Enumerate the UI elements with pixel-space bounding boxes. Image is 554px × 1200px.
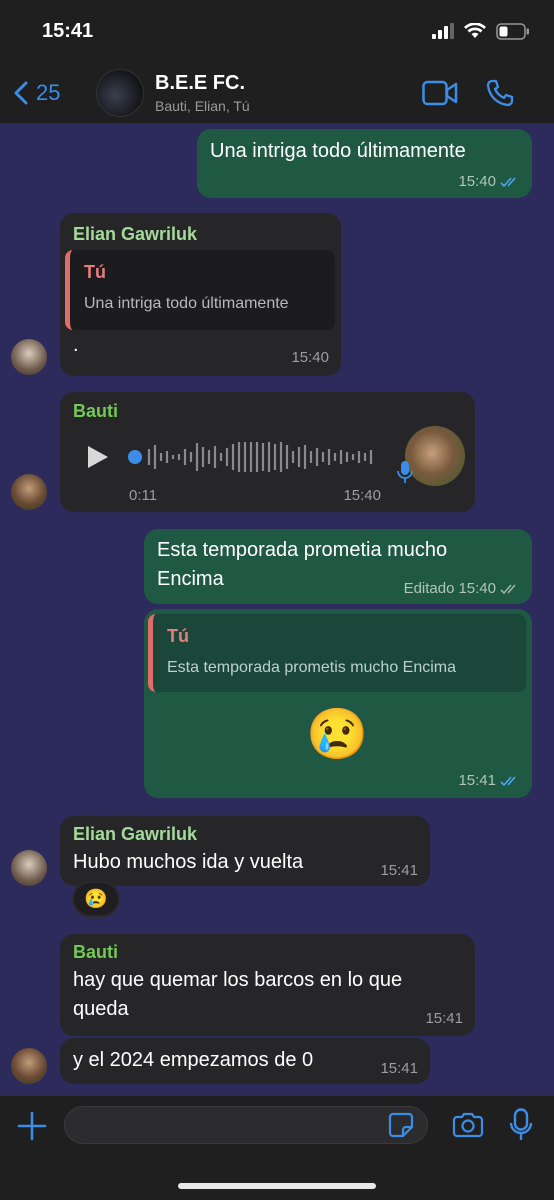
microphone-icon [397, 461, 413, 483]
wifi-icon [464, 23, 486, 38]
delivered-checks-icon [500, 583, 516, 594]
status-bar: 15:41 [0, 0, 554, 62]
chevron-left-icon [14, 81, 28, 104]
reaction-badge[interactable]: 😢 [72, 881, 120, 917]
home-indicator[interactable] [178, 1183, 376, 1189]
plus-icon[interactable] [17, 1111, 47, 1141]
message-meta: Editado 15:40 [404, 580, 520, 597]
reply-quote[interactable]: Tú Esta temporada prometis mucho Encima [148, 614, 526, 692]
crying-emoji: 😢 [306, 706, 369, 762]
message-text: . [73, 334, 79, 356]
message-time: 15:41 [458, 772, 496, 789]
group-title: B.E.E FC. [155, 71, 246, 94]
message-text-line1: hay que quemar los barcos en lo que [73, 969, 403, 991]
quote-text: Esta temporada prometis mucho Encima [167, 659, 457, 676]
avatar[interactable] [11, 474, 47, 510]
quote-author: Tú [84, 262, 106, 282]
message-outgoing[interactable]: Tú Esta temporada prometis mucho Encima … [144, 609, 532, 798]
message-text: Hubo muchos ida y vuelta [73, 851, 304, 873]
message-text-line1: Esta temporada prometia mucho [157, 539, 448, 561]
sticker-icon[interactable] [388, 1112, 414, 1138]
message-meta: 15:41 [425, 1010, 463, 1027]
message-incoming[interactable]: y el 2024 empezamos de 0 15:41 [60, 1038, 430, 1084]
message-meta: 15:40 [458, 173, 520, 190]
microphone-icon[interactable] [509, 1108, 533, 1142]
message-time: 15:40 [458, 580, 496, 597]
message-meta: 15:41 [458, 772, 520, 789]
message-outgoing[interactable]: Una intriga todo últimamente 15:40 [197, 129, 532, 198]
chat-area[interactable]: Una intriga todo últimamente 15:40 Elian… [0, 124, 554, 1096]
camera-icon[interactable] [452, 1112, 484, 1138]
chat-header: 25 B.E.E FC. Bauti, Elian, Tú [0, 62, 554, 124]
message-input[interactable] [64, 1106, 428, 1144]
message-incoming[interactable]: Bauti hay que quemar los barcos en lo qu… [60, 934, 475, 1036]
voice-message[interactable]: Bauti 0:11 15:40 [60, 392, 475, 512]
avatar[interactable] [11, 339, 47, 375]
signal-icon [432, 23, 454, 39]
waveform[interactable] [127, 437, 377, 477]
message-incoming[interactable]: Elian Gawriluk Hubo muchos ida y vuelta … [60, 816, 430, 886]
message-time: 15:41 [380, 1060, 418, 1077]
message-time: 15:40 [343, 487, 381, 504]
message-time: 15:41 [380, 862, 418, 879]
message-meta: 15:40 [343, 487, 381, 504]
message-incoming[interactable]: Elian Gawriluk Tú Una intriga todo últim… [60, 213, 341, 376]
voice-sender-avatar [405, 426, 465, 486]
message-outgoing[interactable]: Esta temporada prometia mucho Encima Edi… [144, 529, 532, 604]
read-checks-icon [500, 176, 516, 187]
group-avatar[interactable] [96, 68, 144, 117]
message-time: 15:40 [291, 349, 329, 366]
back-button[interactable]: 25 [0, 80, 96, 106]
message-time: 15:40 [458, 173, 496, 190]
avatar[interactable] [11, 850, 47, 886]
reply-quote[interactable]: Tú Una intriga todo últimamente [65, 250, 335, 330]
edited-label: Editado [403, 580, 455, 597]
avatar[interactable] [11, 1048, 47, 1084]
message-text: y el 2024 empezamos de 0 [73, 1049, 314, 1071]
sender-name: Elian Gawriluk [73, 824, 198, 844]
message-text: Una intriga todo últimamente [210, 140, 466, 162]
phone-icon[interactable] [486, 79, 514, 107]
sender-name: Bauti [73, 942, 118, 962]
voice-duration: 0:11 [129, 487, 158, 504]
play-icon[interactable] [86, 444, 110, 470]
group-members: Bauti, Elian, Tú [155, 97, 250, 114]
group-info[interactable]: B.E.E FC. Bauti, Elian, Tú [155, 72, 422, 114]
sender-name: Bauti [73, 401, 118, 421]
message-time: 15:41 [425, 1010, 463, 1027]
read-checks-icon [500, 775, 516, 786]
message-text-line2: Encima [157, 568, 224, 590]
message-text-line2: queda [73, 998, 129, 1020]
quote-author: Tú [167, 626, 189, 646]
quote-text: Una intriga todo últimamente [84, 295, 289, 312]
message-meta: 15:41 [380, 1060, 418, 1077]
message-meta: 15:40 [291, 349, 329, 366]
battery-icon [496, 22, 529, 40]
unread-count: 25 [36, 79, 61, 105]
video-call-icon[interactable] [422, 80, 458, 106]
message-meta: 15:41 [380, 862, 418, 879]
reaction-emoji: 😢 [84, 889, 108, 910]
status-icons [432, 22, 530, 40]
status-time: 15:41 [42, 19, 94, 42]
sender-name: Elian Gawriluk [73, 224, 198, 244]
